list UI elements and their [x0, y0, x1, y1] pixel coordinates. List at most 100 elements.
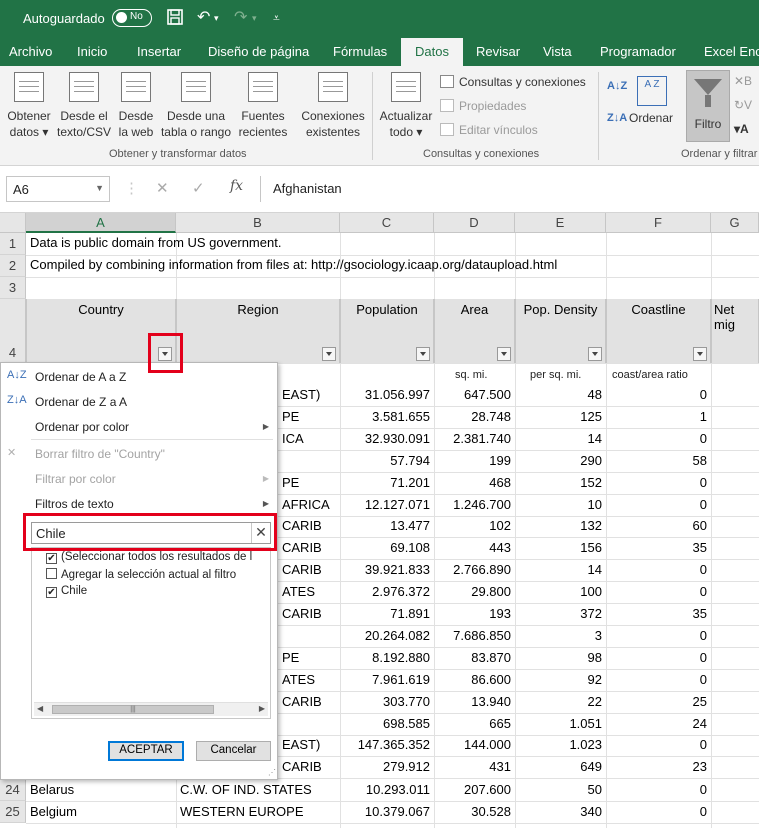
- cell-density[interactable]: 14: [515, 560, 602, 580]
- cell-density[interactable]: 92: [515, 670, 602, 690]
- advanced-filter-icon[interactable]: ▾A: [734, 122, 749, 136]
- cell-coastline[interactable]: 0: [606, 780, 707, 800]
- cell-population[interactable]: 31.056.997: [340, 385, 430, 405]
- tab-programador[interactable]: Programador: [600, 44, 676, 59]
- cell-area[interactable]: 665: [434, 714, 511, 734]
- cell-a2[interactable]: Compiled by combining information from f…: [30, 255, 557, 275]
- tab-inicio[interactable]: Inicio: [77, 44, 107, 59]
- name-box[interactable]: A6 ▼: [6, 176, 110, 202]
- header-net-migration[interactable]: Net mig: [711, 299, 759, 363]
- row-header-4[interactable]: 4: [0, 299, 26, 363]
- from-table-button[interactable]: Desde una tabla o rango: [158, 70, 234, 140]
- cell-density[interactable]: 156: [515, 538, 602, 558]
- scroll-right-icon[interactable]: ▶: [259, 704, 265, 713]
- header-area[interactable]: Area: [434, 299, 515, 363]
- cell-region[interactable]: PE: [282, 407, 299, 427]
- list-item[interactable]: ✔ (Seleccionar todos los resultados de l: [46, 551, 252, 564]
- row-header-3[interactable]: 3: [0, 277, 26, 299]
- header-population[interactable]: Population: [340, 299, 434, 363]
- cell-population[interactable]: 303.770: [340, 692, 430, 712]
- column-header-d[interactable]: D: [434, 213, 515, 233]
- menu-sort-desc[interactable]: Ordenar de Z a A: [35, 395, 127, 409]
- sort-descending-icon[interactable]: Z↓A: [607, 112, 627, 124]
- column-header-c[interactable]: C: [340, 213, 434, 233]
- list-item[interactable]: Agregar la selección actual al filtro: [46, 568, 236, 581]
- column-header-g[interactable]: G: [711, 213, 759, 233]
- cell-area[interactable]: 468: [434, 473, 511, 493]
- cancel-icon[interactable]: ✕: [156, 179, 169, 197]
- cell-population[interactable]: 147.365.352: [340, 735, 430, 755]
- cell-density[interactable]: 132: [515, 516, 602, 536]
- cell-region[interactable]: ATES: [282, 670, 315, 690]
- cell-area[interactable]: 647.500: [434, 385, 511, 405]
- row-header-1[interactable]: 1: [0, 233, 26, 255]
- cell-region[interactable]: ATES: [282, 582, 315, 602]
- cell-area[interactable]: 29.800: [434, 582, 511, 602]
- column-header-b[interactable]: B: [176, 213, 340, 233]
- cell-population[interactable]: 69.108: [340, 538, 430, 558]
- filter-dropdown-population[interactable]: [416, 347, 430, 361]
- filter-button[interactable]: Filtro: [686, 70, 730, 142]
- autosave-toggle[interactable]: No: [112, 9, 152, 27]
- cell-area[interactable]: 1.246.700: [434, 495, 511, 515]
- cell-coastline[interactable]: 23: [606, 757, 707, 777]
- filter-dropdown-region[interactable]: [322, 347, 336, 361]
- cancel-button[interactable]: Cancelar: [196, 741, 271, 761]
- row-header-25[interactable]: 25: [0, 801, 26, 823]
- cell-population[interactable]: 8.192.880: [340, 648, 430, 668]
- existing-connections-button[interactable]: Conexiones existentes: [298, 70, 368, 140]
- cell-country[interactable]: Belarus: [30, 780, 74, 800]
- cell-population[interactable]: 698.585: [340, 714, 430, 734]
- cell-region[interactable]: PE: [282, 473, 299, 493]
- cell-coastline[interactable]: 0: [606, 582, 707, 602]
- cell-coastline[interactable]: 35: [606, 604, 707, 624]
- cell-coastline[interactable]: 0: [606, 495, 707, 515]
- formula-input[interactable]: Afghanistan: [260, 176, 759, 202]
- tab-vista[interactable]: Vista: [543, 44, 572, 59]
- undo-icon[interactable]: ↶: [197, 8, 210, 28]
- cell-population[interactable]: 12.127.071: [340, 495, 430, 515]
- cell-density[interactable]: 649: [515, 757, 602, 777]
- cell-coastline[interactable]: 0: [606, 385, 707, 405]
- filter-dropdown-area[interactable]: [497, 347, 511, 361]
- cell-area[interactable]: 207.600: [434, 780, 511, 800]
- cell-density[interactable]: 152: [515, 473, 602, 493]
- cell-coastline[interactable]: 0: [606, 648, 707, 668]
- cell-population[interactable]: 10.379.067: [340, 802, 430, 822]
- cell-coastline[interactable]: 0: [606, 626, 707, 646]
- enter-icon[interactable]: ✓: [192, 179, 205, 197]
- menu-text-filters[interactable]: Filtros de texto: [35, 497, 114, 511]
- from-web-button[interactable]: Desde la web: [114, 70, 158, 140]
- cell-region[interactable]: EAST): [282, 385, 320, 405]
- queries-connections-button[interactable]: Consultas y conexiones: [440, 75, 586, 89]
- cell-coastline[interactable]: 60: [606, 516, 707, 536]
- filter-dropdown-pop-density[interactable]: [588, 347, 602, 361]
- cell-coastline[interactable]: 0: [606, 735, 707, 755]
- header-region[interactable]: Region: [176, 299, 340, 363]
- cell-region[interactable]: CARIB: [282, 516, 322, 536]
- cell-coastline[interactable]: 35: [606, 538, 707, 558]
- cell-area[interactable]: 86.600: [434, 670, 511, 690]
- save-icon[interactable]: [166, 8, 184, 32]
- tab-formulas[interactable]: Fórmulas: [333, 44, 387, 59]
- ok-button[interactable]: ACEPTAR: [108, 741, 184, 761]
- row-header-24[interactable]: 24: [0, 779, 26, 801]
- cell-population[interactable]: 71.891: [340, 604, 430, 624]
- list-item[interactable]: ✔ Chile: [46, 585, 87, 598]
- cell-population[interactable]: 10.293.011: [340, 780, 430, 800]
- tab-insertar[interactable]: Insertar: [137, 44, 181, 59]
- cell-area[interactable]: 2.381.740: [434, 429, 511, 449]
- cell-density[interactable]: 3: [515, 626, 602, 646]
- cell-area[interactable]: 13.940: [434, 692, 511, 712]
- get-data-button[interactable]: Obtener datos ▾: [4, 70, 54, 140]
- cell-density[interactable]: 48: [515, 385, 602, 405]
- cell-population[interactable]: 2.976.372: [340, 582, 430, 602]
- cell-area[interactable]: 30.528: [434, 802, 511, 822]
- cell-region[interactable]: PE: [282, 648, 299, 668]
- column-header-f[interactable]: F: [606, 213, 711, 233]
- customize-qat-icon[interactable]: ⩡: [273, 8, 280, 28]
- cell-coastline[interactable]: 0: [606, 802, 707, 822]
- cell-area[interactable]: 2.766.890: [434, 560, 511, 580]
- cell-area[interactable]: 7.686.850: [434, 626, 511, 646]
- column-header-a[interactable]: A: [26, 213, 176, 233]
